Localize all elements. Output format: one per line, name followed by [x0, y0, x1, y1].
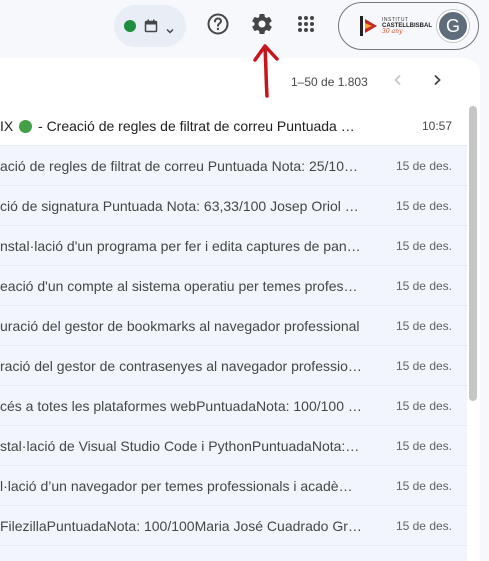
- institut-emblem-icon: [360, 16, 377, 36]
- email-snippet-text: - Creació de regles de filtrat de correu…: [38, 117, 362, 134]
- email-date: 15 de des.: [395, 518, 452, 533]
- email-row[interactable]: ació de regles de filtrat de correu Punt…: [0, 146, 467, 186]
- email-date: 15 de des.: [395, 278, 452, 293]
- email-row[interactable]: uració del gestor de bookmarks al navega…: [0, 306, 467, 346]
- email-snippet: nstal·lació d'un programa per fer i edit…: [0, 237, 362, 254]
- list-scrollbar[interactable]: [469, 106, 477, 401]
- email-snippet: ració del gestor de contrasenyes al nave…: [0, 357, 362, 374]
- email-snippet: eació d'un compte al sistema operatiu pe…: [0, 277, 362, 294]
- email-row[interactable]: nstal·lació d'un programa per fer i edit…: [0, 226, 467, 266]
- email-date: 10:57: [421, 118, 452, 133]
- email-row[interactable]: [0, 546, 467, 561]
- email-snippet: FilezillaPuntuadaNota: 100/100Maria José…: [0, 517, 362, 534]
- email-date: 15 de des.: [395, 478, 452, 493]
- apps-grid-icon: [297, 15, 315, 38]
- green-circle-icon: [19, 119, 33, 133]
- email-snippet-prefix: IX: [0, 117, 18, 134]
- email-date: 15 de des.: [395, 238, 452, 253]
- calendar-icon: [144, 19, 158, 33]
- status-selector[interactable]: [114, 5, 186, 47]
- email-row[interactable]: cés a totes les plataformes webPuntuadaN…: [0, 386, 467, 426]
- email-date: 15 de des.: [395, 358, 452, 373]
- prev-page-button[interactable]: [382, 66, 414, 98]
- help-button[interactable]: [201, 9, 235, 43]
- email-snippet: uració del gestor de bookmarks al navega…: [0, 317, 360, 334]
- annotation-arrow-icon: [253, 44, 279, 98]
- gear-icon: [250, 12, 274, 41]
- avatar[interactable]: G: [437, 10, 469, 42]
- chevron-left-icon: [392, 73, 404, 91]
- email-snippet: IX - Creació de regles de filtrat de cor…: [0, 118, 362, 134]
- email-snippet: ció de signatura Puntuada Nota: 63,33/10…: [0, 197, 362, 214]
- email-snippet: stal·lació de Visual Studio Code i Pytho…: [0, 437, 362, 454]
- email-date: 15 de des.: [395, 198, 452, 213]
- email-list: IX - Creació de regles de filtrat de cor…: [0, 106, 467, 561]
- email-row[interactable]: ració del gestor de contrasenyes al nave…: [0, 346, 467, 386]
- settings-button[interactable]: [245, 9, 279, 43]
- apps-button[interactable]: [289, 9, 323, 43]
- email-date: 15 de des.: [395, 398, 452, 413]
- email-snippet: cés a totes les plataformes webPuntuadaN…: [0, 397, 362, 414]
- email-snippet: ació de regles de filtrat de correu Punt…: [0, 157, 362, 174]
- email-snippet: l·lació d’un navegador per temes profess…: [0, 477, 362, 494]
- email-row[interactable]: ció de signatura Puntuada Nota: 63,33/10…: [0, 186, 467, 226]
- email-row[interactable]: eació d'un compte al sistema operatiu pe…: [0, 266, 467, 306]
- email-date: 15 de des.: [395, 318, 452, 333]
- email-date: 15 de des.: [395, 158, 452, 173]
- status-dot: [124, 20, 136, 32]
- email-row[interactable]: l·lació d’un navegador per temes profess…: [0, 466, 467, 506]
- org-logo-line3: 30 any: [382, 27, 403, 35]
- next-page-button[interactable]: [421, 66, 453, 98]
- help-icon: [207, 13, 229, 40]
- email-row[interactable]: FilezillaPuntuadaNota: 100/100Maria José…: [0, 506, 467, 546]
- pagination-range: 1–50 de 1.803: [291, 75, 368, 89]
- organization-logo: INSTITUT CASTELLBISBAL 30 any: [359, 15, 432, 37]
- chevron-right-icon: [431, 73, 443, 91]
- email-date: 15 de des.: [395, 438, 452, 453]
- email-row[interactable]: stal·lació de Visual Studio Code i Pytho…: [0, 426, 467, 466]
- chevron-down-icon: [166, 22, 174, 34]
- email-row[interactable]: IX - Creació de regles de filtrat de cor…: [0, 106, 467, 146]
